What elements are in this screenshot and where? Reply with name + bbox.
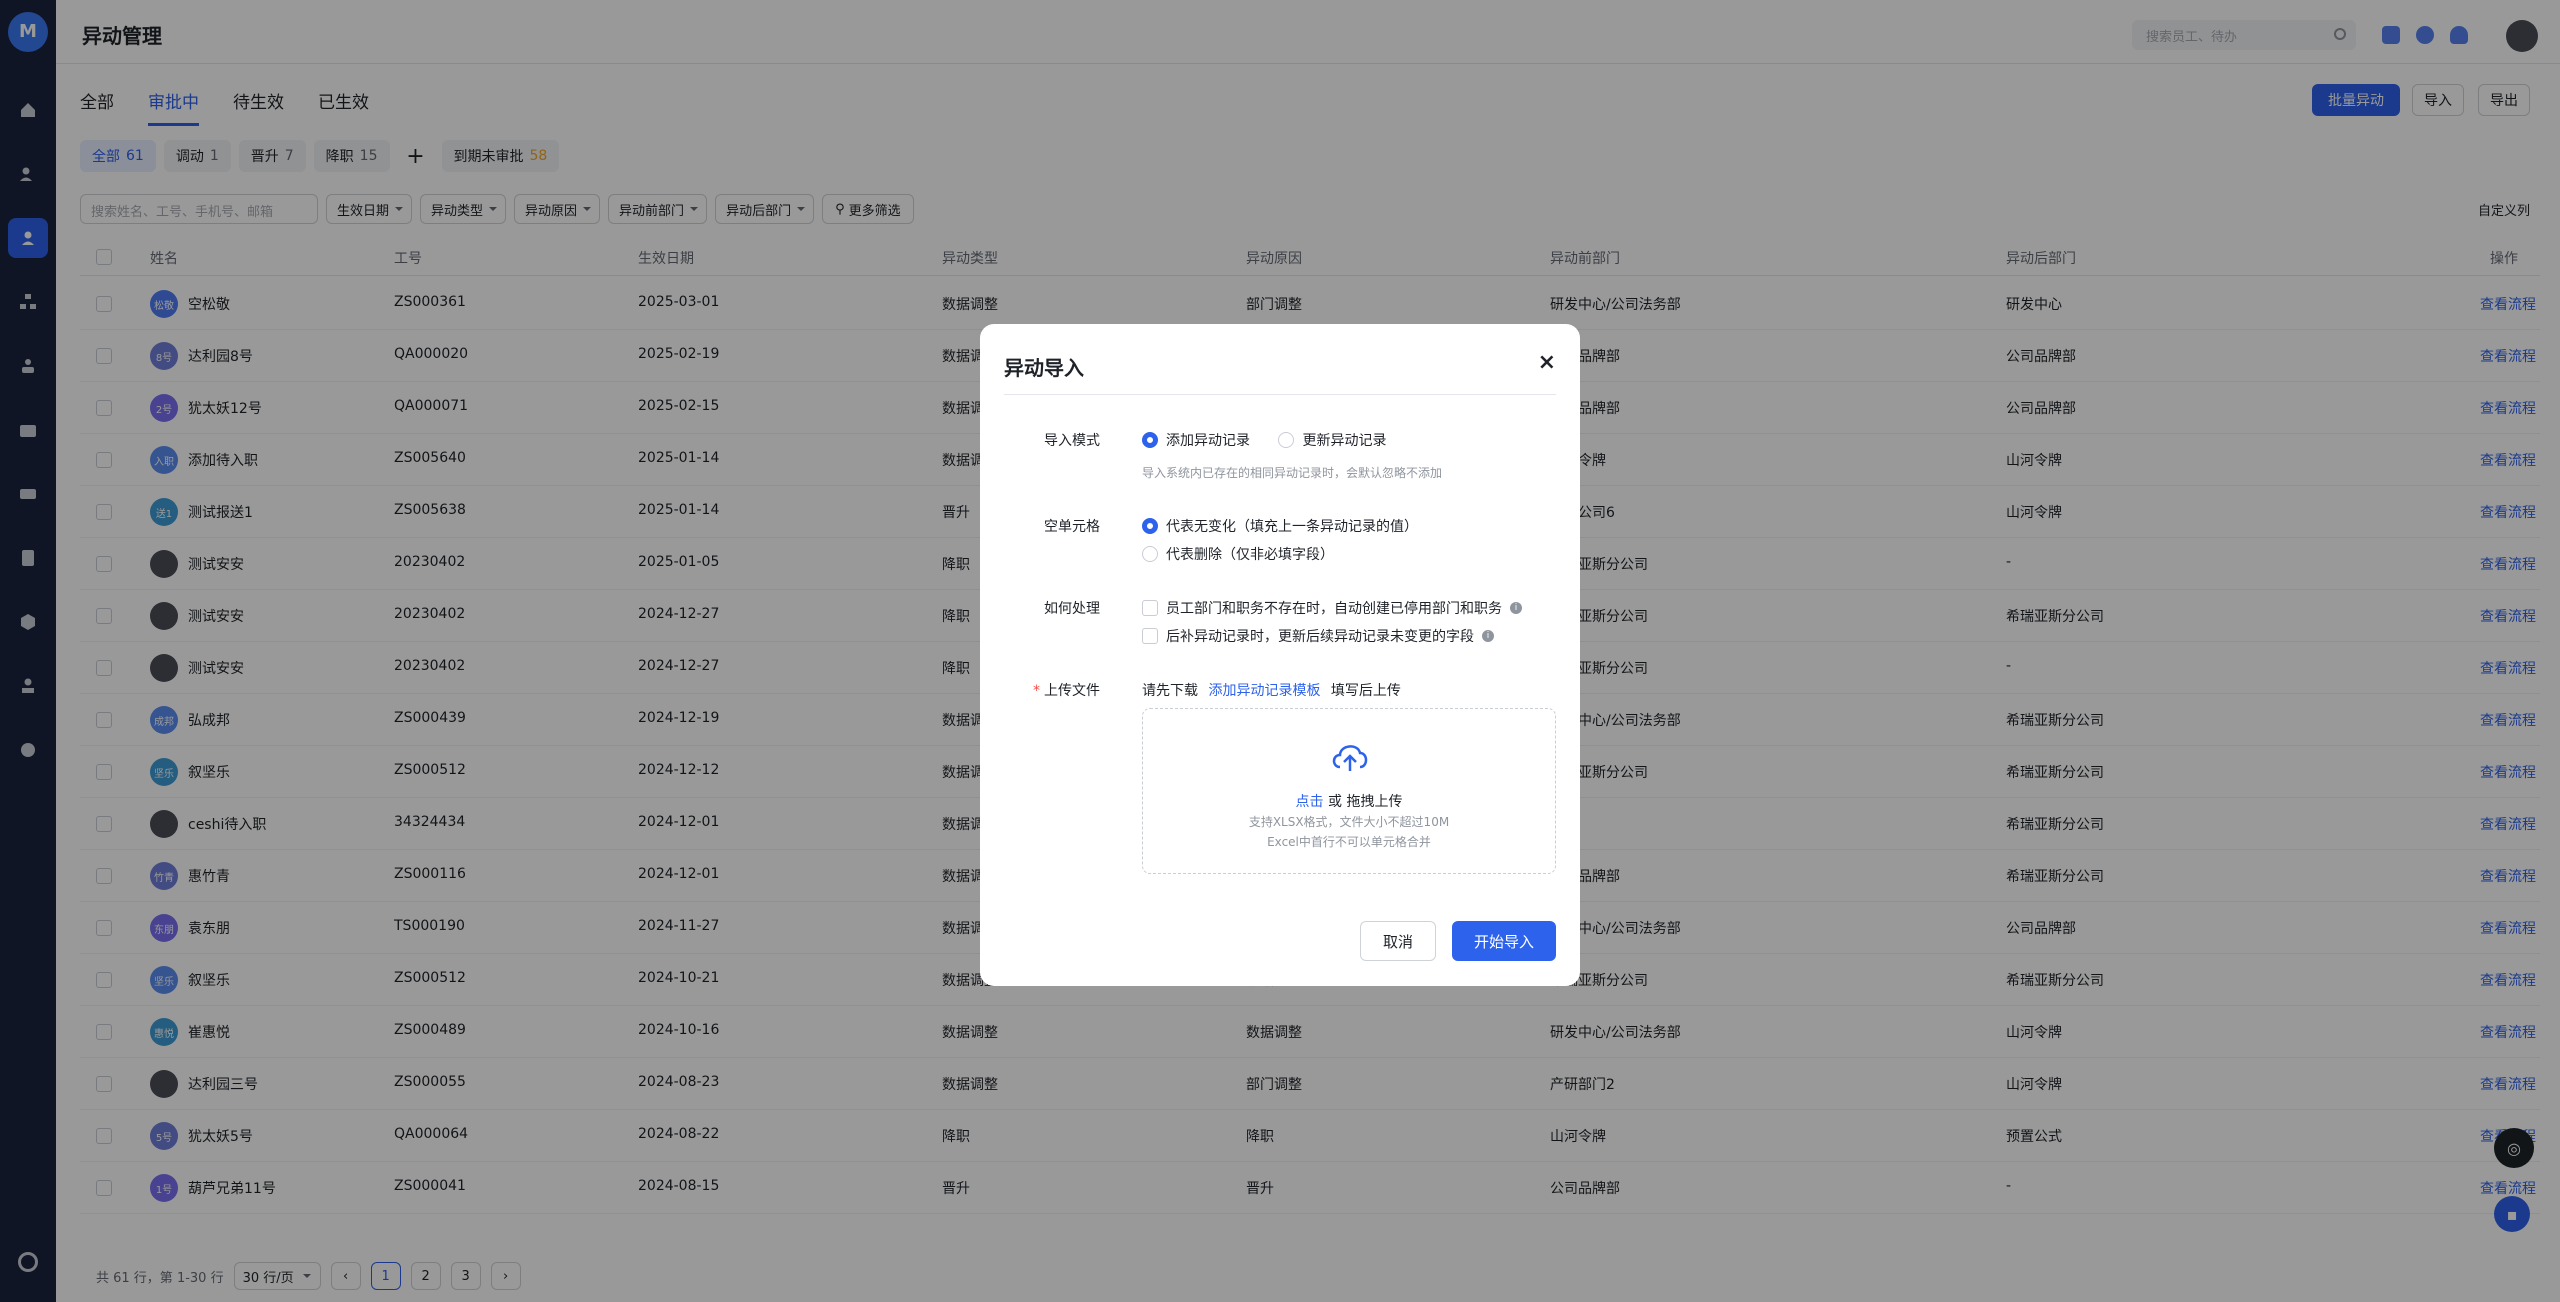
dropzone-format-hint: 支持XLSX格式，文件大小不超过10M (1248, 815, 1450, 829)
radio-add-record[interactable]: 添加异动记录 (1142, 430, 1250, 450)
start-import-button[interactable]: 开始导入 (1452, 921, 1556, 961)
upload-dropzone[interactable]: 点击 或 拖拽上传 支持XLSX格式，文件大小不超过10M Excel中首行不可… (1142, 708, 1556, 874)
empty-option-1[interactable]: 代表无变化（填充上一条异动记录的值） (1142, 516, 1418, 538)
radio-label: 更新异动记录 (1302, 433, 1387, 449)
template-download-link[interactable]: 添加异动记录模板 (1208, 683, 1320, 699)
upload-label: * 上传文件 (980, 680, 1100, 700)
radio-dot (1278, 432, 1295, 448)
checkbox-label: 员工部门和职务不存在时，自动创建已停用部门和职务 (1166, 601, 1502, 617)
radio-update-record[interactable]: 更新异动记录 (1278, 430, 1386, 450)
upload-suffix: 填写后上传 (1330, 683, 1401, 699)
cloud-upload-icon (1332, 745, 1368, 771)
radio-dot (1142, 518, 1158, 534)
upload-instruction: 请先下载 添加异动记录模板 填写后上传 (1142, 680, 1401, 700)
empty-cell-label: 空单元格 (1044, 519, 1100, 535)
dropzone-merge-hint: Excel中首行不可以单元格合并 (1267, 835, 1431, 849)
radio-dot (1142, 546, 1158, 562)
drag-text: 或 拖拽上传 (1323, 794, 1403, 810)
checkbox-box (1142, 600, 1158, 616)
info-icon[interactable]: i (1510, 602, 1522, 614)
click-upload-link[interactable]: 点击 (1296, 794, 1324, 810)
radio-label: 代表无变化（填充上一条异动记录的值） (1166, 519, 1418, 535)
radio-dot (1142, 432, 1158, 448)
upload-label-text: 上传文件 (1044, 683, 1100, 699)
close-icon[interactable]: × (1538, 350, 1556, 375)
dropzone-main-text: 点击 或 拖拽上传 (1143, 791, 1555, 811)
modal-title: 异动导入 (1004, 356, 1084, 380)
radio-label: 代表删除（仅非必填字段） (1166, 547, 1334, 563)
checkbox-box (1142, 628, 1158, 644)
import-modal: 异动导入 × 导入模式 添加异动记录 更新异动记录 导入系统内已存在的相同异动记… (980, 324, 1580, 986)
import-mode-group: 添加异动记录 更新异动记录 (1142, 430, 1386, 452)
handle-option-2[interactable]: 后补异动记录时，更新后续异动记录未变更的字段 i (1142, 626, 1494, 648)
empty-option-2[interactable]: 代表删除（仅非必填字段） (1142, 544, 1334, 566)
radio-label: 添加异动记录 (1166, 433, 1250, 449)
modal-divider (1004, 394, 1556, 395)
checkbox-label: 后补异动记录时，更新后续异动记录未变更的字段 (1166, 629, 1474, 645)
handle-label: 如何处理 (1044, 601, 1100, 617)
cancel-button[interactable]: 取消 (1360, 921, 1436, 961)
upload-prefix: 请先下载 (1142, 683, 1198, 699)
handle-option-1[interactable]: 员工部门和职务不存在时，自动创建已停用部门和职务 i (1142, 598, 1522, 620)
required-mark: * (1033, 683, 1040, 699)
import-mode-label: 导入模式 (1044, 433, 1100, 449)
import-mode-hint: 导入系统内已存在的相同异动记录时，会默认忽略不添加 (1142, 466, 1443, 480)
info-icon[interactable]: i (1482, 630, 1494, 642)
